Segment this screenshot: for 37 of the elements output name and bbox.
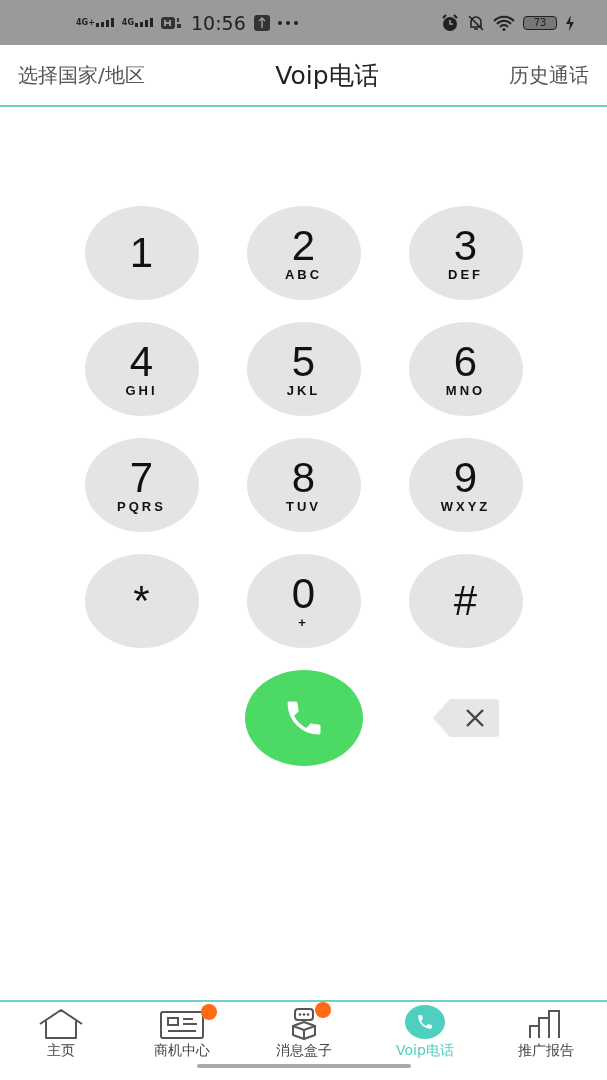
dial-key[interactable]: 7 PQRS	[84, 438, 199, 532]
dial-key[interactable]: 5 JKL	[246, 322, 361, 416]
signal-icon	[135, 18, 153, 27]
nav-tab[interactable]: 主页	[0, 1002, 122, 1064]
dial-key[interactable]: *	[84, 554, 199, 648]
bell-off-icon	[467, 13, 485, 32]
call-history-link[interactable]: 历史通话	[509, 61, 589, 89]
network-label: 4G	[121, 18, 134, 27]
dial-key[interactable]: 9 WXYZ	[408, 438, 523, 532]
more-icon	[277, 20, 298, 25]
dial-key[interactable]: 1	[84, 206, 199, 300]
page-title: Voip电话	[275, 59, 379, 92]
phone-icon	[404, 1004, 445, 1040]
nav-tab[interactable]: 商机中心	[121, 1002, 243, 1064]
backspace-icon	[431, 698, 500, 738]
usb-icon	[253, 14, 270, 31]
dial-key[interactable]: 6 MNO	[408, 322, 523, 416]
country-region-link[interactable]: 选择国家/地区	[18, 61, 145, 89]
charging-icon	[565, 14, 575, 31]
wifi-icon	[493, 14, 515, 31]
dial-key[interactable]: 8 TUV	[246, 438, 361, 532]
status-time: 10:56	[191, 11, 246, 34]
battery-icon: 73	[523, 15, 557, 30]
alarm-icon	[441, 13, 459, 32]
dial-key[interactable]: 4 GHI	[84, 322, 199, 416]
dial-key[interactable]: 3 DEF	[408, 206, 523, 300]
nav-tab[interactable]: 消息盒子	[242, 1002, 365, 1064]
hd-icon	[161, 15, 183, 30]
id-card-icon	[159, 1010, 206, 1040]
dial-key[interactable]: 0 +	[246, 554, 361, 648]
backspace-button[interactable]	[431, 698, 500, 738]
network-label: 4G+	[76, 18, 95, 27]
dial-key[interactable]: #	[408, 554, 523, 648]
dial-key[interactable]: 2 ABC	[246, 206, 361, 300]
signal-icon	[95, 18, 114, 27]
nav-tab[interactable]: 推广报告	[485, 1002, 607, 1064]
home-icon	[37, 1008, 84, 1040]
